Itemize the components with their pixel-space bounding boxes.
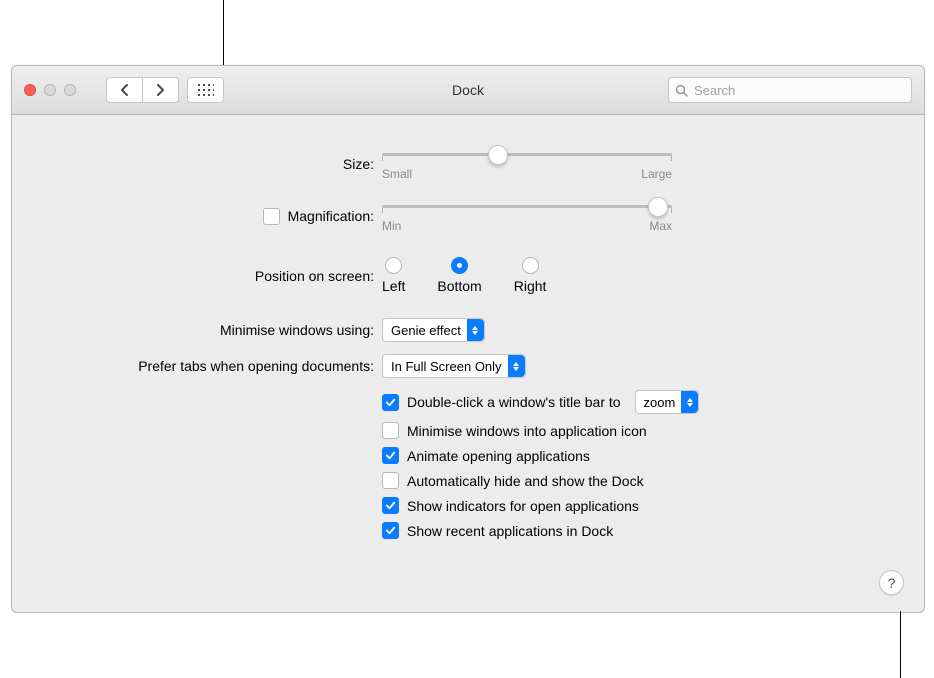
position-radio-group: Left Bottom Right	[382, 257, 546, 294]
nav-back-button[interactable]	[106, 77, 142, 103]
pane-body: Size: Small Large Magnification:	[12, 115, 924, 613]
option-label-1: Animate opening applications	[407, 448, 590, 464]
option-checkbox-0[interactable]	[382, 422, 399, 439]
search-input[interactable]	[692, 82, 905, 99]
dropdown-arrow-icon	[681, 391, 698, 413]
magnification-max-label: Max	[649, 219, 672, 233]
position-radio-label: Bottom	[437, 278, 481, 294]
nav-forward-button[interactable]	[142, 77, 179, 103]
magnification-label: Magnification:	[288, 208, 374, 224]
option-label-4: Show recent applications in Dock	[407, 523, 613, 539]
magnification-min-label: Min	[382, 219, 401, 233]
dropdown-arrow-icon	[467, 319, 484, 341]
option-checkbox-1[interactable]	[382, 447, 399, 464]
position-radio-bottom[interactable]	[451, 257, 468, 274]
window-title: Dock	[452, 82, 484, 98]
close-button[interactable]	[24, 84, 36, 96]
option-label-2: Automatically hide and show the Dock	[407, 473, 644, 489]
grid-icon	[198, 84, 214, 96]
doubleclick-checkbox[interactable]	[382, 394, 399, 411]
minimise-effect-label: Minimise windows using:	[220, 322, 374, 338]
tabs-pref-dropdown[interactable]: In Full Screen Only	[382, 354, 526, 378]
position-radio-right[interactable]	[522, 257, 539, 274]
dropdown-arrow-icon	[508, 355, 525, 377]
option-label-3: Show indicators for open applications	[407, 498, 639, 514]
option-label-0: Minimise windows into application icon	[407, 423, 647, 439]
size-max-label: Large	[641, 167, 672, 181]
nav-buttons	[106, 77, 179, 103]
titlebar: Dock	[12, 66, 924, 115]
magnification-slider[interactable]	[382, 205, 672, 208]
help-label: ?	[888, 575, 896, 591]
fullscreen-button[interactable]	[64, 84, 76, 96]
position-label: Position on screen:	[255, 268, 374, 284]
magnification-checkbox[interactable]	[263, 208, 280, 225]
option-checkbox-4[interactable]	[382, 522, 399, 539]
minimise-effect-value: Genie effect	[391, 323, 461, 338]
option-checkbox-2[interactable]	[382, 472, 399, 489]
preferences-window: Dock Size: Small Large	[11, 65, 925, 613]
callout-line-bottom	[900, 611, 901, 678]
traffic-lights	[24, 84, 76, 96]
show-all-button[interactable]	[187, 77, 224, 103]
size-slider-thumb[interactable]	[488, 145, 508, 165]
size-slider[interactable]	[382, 153, 672, 156]
callout-line-top	[223, 0, 224, 66]
checkbox-list: Minimise windows into application icon An…	[382, 422, 647, 547]
position-radio-label: Right	[514, 278, 547, 294]
magnification-slider-thumb[interactable]	[648, 197, 668, 217]
position-radio-left[interactable]	[385, 257, 402, 274]
chevron-right-icon	[156, 84, 165, 96]
position-radio-label: Left	[382, 278, 405, 294]
help-button[interactable]: ?	[879, 570, 904, 595]
doubleclick-action-dropdown[interactable]: zoom	[635, 390, 700, 414]
size-label: Size:	[343, 156, 374, 172]
tabs-pref-label: Prefer tabs when opening documents:	[138, 358, 374, 374]
doubleclick-action-value: zoom	[644, 395, 676, 410]
doubleclick-label: Double-click a window's title bar to	[407, 394, 621, 410]
minimise-effect-dropdown[interactable]: Genie effect	[382, 318, 485, 342]
minimize-button[interactable]	[44, 84, 56, 96]
tabs-pref-value: In Full Screen Only	[391, 359, 502, 374]
size-min-label: Small	[382, 167, 412, 181]
search-field-wrapper[interactable]	[668, 77, 912, 103]
option-checkbox-3[interactable]	[382, 497, 399, 514]
chevron-left-icon	[120, 84, 129, 96]
search-icon	[675, 84, 688, 97]
